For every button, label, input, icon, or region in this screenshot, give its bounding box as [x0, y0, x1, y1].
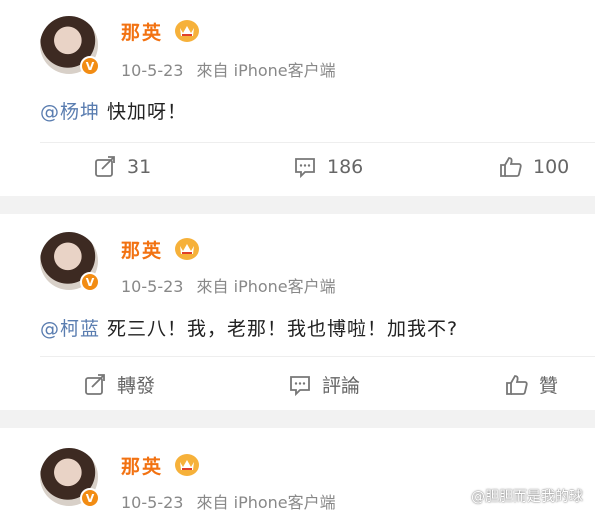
watermark: @胆胆而是我的球 [471, 489, 583, 505]
post-meta: 10-5-23 來自 iPhone客户端 [121, 489, 336, 513]
avatar[interactable]: V [40, 232, 100, 292]
mention-link[interactable]: @柯蓝 [40, 318, 100, 340]
repost-icon [95, 156, 115, 177]
post-1: V 那英 10-5-23 來自 iPhone客户端 @杨坤 快加呀！ 31 18… [0, 0, 595, 196]
post-meta: 10-5-23 來自 iPhone客户端 [121, 273, 336, 297]
post-text: 快加呀！ [100, 101, 188, 123]
like-button[interactable]: 100 [499, 155, 569, 179]
post-source[interactable]: 來自 iPhone客户端 [197, 493, 336, 512]
repost-count: 31 [127, 156, 152, 178]
post-source[interactable]: 來自 iPhone客户端 [197, 277, 336, 296]
post-date: 10-5-23 [121, 277, 184, 296]
post-date: 10-5-23 [121, 61, 184, 80]
repost-button[interactable]: 31 [93, 155, 151, 179]
like-count: 100 [533, 156, 570, 178]
comment-label: 評論 [322, 375, 361, 397]
thumbs-up-icon [506, 374, 528, 395]
thumbs-up-icon [500, 157, 522, 177]
mention-link[interactable]: @杨坤 [40, 101, 100, 123]
avatar[interactable]: V [40, 16, 100, 76]
post-2: V 那英 10-5-23 來自 iPhone客户端 @柯蓝 死三八！我，老那！我… [0, 214, 595, 410]
verified-badge-icon: V [80, 56, 100, 76]
username[interactable]: 那英 [121, 18, 163, 45]
post-source[interactable]: 來自 iPhone客户端 [197, 61, 336, 80]
comment-icon [290, 375, 310, 396]
repost-button[interactable]: 轉發 [83, 371, 155, 398]
divider [40, 142, 595, 143]
divider [40, 356, 595, 357]
crown-icon [175, 454, 199, 476]
post-content: @柯蓝 死三八！我，老那！我也博啦！加我不? [40, 314, 458, 341]
crown-icon [175, 238, 199, 260]
crown-icon [175, 20, 199, 42]
like-button[interactable]: 贊 [505, 371, 558, 398]
post-meta: 10-5-23 來自 iPhone客户端 [121, 57, 336, 81]
avatar[interactable]: V [40, 448, 100, 508]
section-separator [0, 410, 595, 428]
username[interactable]: 那英 [121, 452, 163, 479]
repost-icon [85, 373, 105, 395]
comment-count: 186 [327, 156, 364, 178]
comment-button[interactable]: 評論 [288, 371, 360, 398]
comment-icon [295, 158, 315, 179]
like-label: 贊 [539, 375, 559, 397]
repost-label: 轉發 [117, 375, 156, 397]
post-content: @杨坤 快加呀！ [40, 97, 187, 124]
verified-badge-icon: V [80, 488, 100, 508]
post-date: 10-5-23 [121, 493, 184, 512]
username[interactable]: 那英 [121, 236, 163, 263]
post-text: 死三八！我，老那！我也博啦！加我不? [100, 318, 459, 340]
verified-badge-icon: V [80, 272, 100, 292]
comment-button[interactable]: 186 [293, 155, 363, 179]
section-separator [0, 196, 595, 214]
